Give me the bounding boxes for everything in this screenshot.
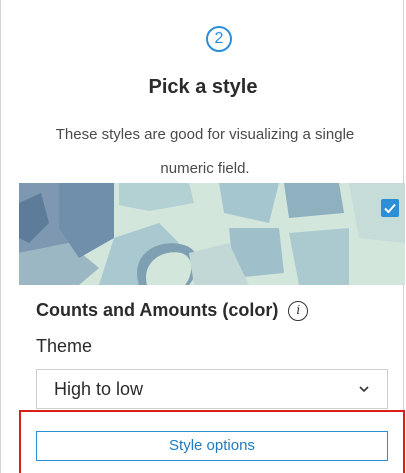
style-description: These styles are good for visualizing a … [19,118,391,186]
theme-select[interactable]: High to low [36,369,388,409]
style-name-heading: Counts and Amounts (color) i [36,300,309,321]
page-title: Pick a style [148,76,258,98]
step-number: 2 [214,30,224,47]
map-thumbnail-image [19,183,405,285]
selected-checkbox[interactable] [381,199,399,217]
theme-selected-value: High to low [54,378,144,399]
style-options-button[interactable]: Style options [36,431,388,461]
description-line-1: These styles are good for visualizing a … [55,126,355,143]
style-name: Counts and Amounts (color) [36,300,279,320]
chevron-down-icon [359,386,369,393]
style-thumbnail[interactable] [19,183,405,285]
checkmark-icon [384,203,396,214]
description-line-2: numeric field. [160,160,250,177]
info-icon[interactable]: i [288,300,309,321]
theme-label: Theme [36,336,93,356]
step-number-badge: 2 [206,26,232,52]
style-panel: 2 Pick a style These styles are good for… [0,0,405,473]
